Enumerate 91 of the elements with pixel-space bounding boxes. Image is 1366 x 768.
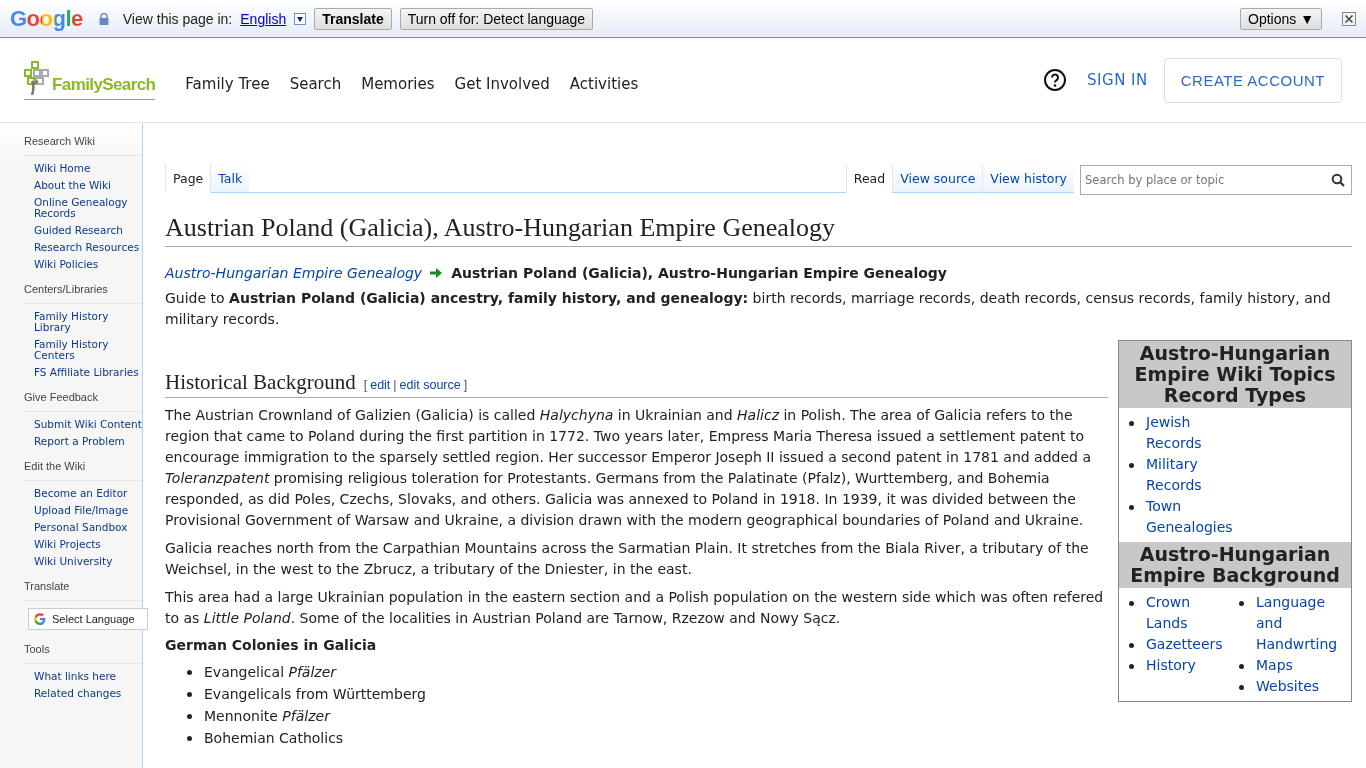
sidebar-heading: Centers/Libraries — [24, 283, 142, 304]
list-item: Evangelicals from Württemberg — [204, 685, 426, 704]
sidebar-link[interactable]: Report a Problem — [34, 436, 142, 447]
translate-label: View this page in: — [122, 10, 233, 27]
tab[interactable]: View source — [892, 164, 983, 193]
tab[interactable]: View history — [982, 164, 1074, 193]
arrow-icon — [430, 267, 444, 279]
infobox-link[interactable]: Maps — [1256, 655, 1293, 676]
nav-link[interactable]: Search — [289, 75, 342, 93]
sidebar-heading: Tools — [24, 643, 142, 664]
infobox-link[interactable]: Town Genealogies — [1146, 496, 1233, 538]
lock-icon — [98, 12, 109, 25]
tab[interactable]: Talk — [210, 164, 250, 193]
sign-in-link[interactable]: SIGN IN — [1087, 71, 1148, 89]
bullet-icon — [187, 670, 192, 675]
bullet-icon — [1239, 685, 1244, 690]
sidebar-link[interactable]: Online Genealogy Records — [34, 197, 142, 219]
breadcrumb-current: Austrian Poland (Galicia), Austro-Hungarian Empire Genealogy — [451, 265, 947, 281]
close-icon[interactable] — [1342, 11, 1356, 26]
sidebar-link[interactable]: Family History Centers — [34, 339, 142, 361]
section-heading: Historical Background — [165, 370, 356, 395]
sidebar-link[interactable]: What links here — [34, 671, 142, 682]
list-item: Bohemian Catholics — [204, 729, 344, 748]
help-icon[interactable] — [1043, 68, 1068, 92]
infobox-link[interactable]: Gazetteers — [1146, 634, 1223, 655]
bullet-icon — [1129, 463, 1134, 468]
sidebar-link[interactable]: Personal Sandbox — [34, 522, 142, 533]
infobox-link[interactable]: Jewish Records — [1146, 412, 1233, 454]
translate-button[interactable]: Translate — [314, 7, 392, 30]
paragraph: Galicia reaches north from the Carpathian Mountains across the Sarmatian Plain. It stretches from the Biala River, a tributary of the Weichsel, in the west to the Zbrucz, a tributary of the Dniester, in the east. — [165, 539, 1090, 579]
sidebar-link[interactable]: Upload File/Image — [34, 505, 142, 516]
sidebar-link[interactable]: Wiki University — [34, 556, 142, 567]
select-language-dropdown[interactable]: Select Language — [28, 608, 148, 630]
sidebar-link[interactable]: About the Wiki — [34, 180, 142, 191]
infobox-link[interactable]: Language and Handwrting — [1256, 592, 1343, 655]
nav-link[interactable]: Memories — [361, 75, 435, 93]
bullet-icon — [1239, 601, 1244, 606]
g-logo-icon — [33, 612, 47, 626]
search-icon[interactable] — [1331, 173, 1345, 187]
sidebar-link[interactable]: Guided Research — [34, 225, 142, 236]
sidebar-link[interactable]: Wiki Projects — [34, 539, 142, 550]
bullet-icon — [187, 736, 192, 741]
bullet-icon — [1129, 601, 1134, 606]
sidebar-link[interactable]: Become an Editor — [34, 488, 142, 499]
bullet-icon — [1129, 643, 1134, 648]
sidebar-heading: Edit the Wiki — [24, 460, 142, 481]
infobox-link[interactable]: Websites — [1256, 676, 1320, 697]
infobox-link[interactable]: History — [1146, 655, 1196, 676]
intro-paragraph: Guide to Austrian Poland (Galicia) ancestry, family history, and genealogy: birth records, marriage records, death records, census records, family history, and military records. — [165, 289, 1332, 329]
bullet-icon — [187, 692, 192, 697]
nav-link[interactable]: Family Tree — [185, 75, 270, 93]
infobox-link[interactable]: Military Records — [1146, 454, 1233, 496]
nav-link[interactable]: Activities — [569, 75, 639, 93]
sidebar-link[interactable]: FS Affiliate Libraries — [34, 367, 142, 378]
bullet-icon — [1129, 505, 1134, 510]
sidebar-link[interactable]: Research Resources — [34, 242, 142, 253]
sidebar-link[interactable]: Wiki Home — [34, 163, 142, 174]
infobox-link[interactable]: Crown Lands — [1146, 592, 1229, 634]
list-item: Evangelical Pfälzer — [204, 663, 337, 682]
paragraph: This area had a large Ukrainian population in the eastern section and a Polish population on the western side which was often refered to as Little Poland. Some of the localities in Austrian Poland are Tarnow, Rzezow and Nowy Sącz. — [165, 588, 1105, 628]
edit-link[interactable]: edit — [370, 378, 391, 392]
infobox-heading: Austro-Hungarian Empire Wiki Topics Record Types — [1119, 341, 1351, 408]
bracket-text: ] — [463, 378, 468, 392]
tree-icon — [24, 60, 52, 95]
language-link[interactable]: English — [240, 10, 287, 27]
bullet-icon — [1239, 664, 1244, 669]
nav-link[interactable]: Get Involved — [454, 75, 550, 93]
search-field[interactable]: Search by place or topic — [1080, 165, 1352, 195]
bracket-text: | — [393, 378, 397, 392]
sidebar-link[interactable]: Family History Library — [34, 311, 142, 333]
sidebar-heading: Translate — [24, 580, 142, 601]
list-item: Mennonite Pfälzer — [204, 707, 330, 726]
bracket-text: [ — [363, 378, 368, 392]
sidebar-heading: Research Wiki — [24, 135, 142, 156]
bullet-icon — [1129, 664, 1134, 669]
options-button[interactable]: Options ▼ — [1240, 7, 1322, 30]
edit-link[interactable]: edit source — [399, 378, 461, 392]
sidebar-heading: Give Feedback — [24, 391, 142, 412]
sidebar-link[interactable]: Related changes — [34, 688, 142, 699]
turn-off-button[interactable]: Turn off for: Detect language — [399, 7, 594, 30]
subheading: German Colonies in Galicia — [165, 637, 378, 653]
bullet-icon — [1129, 421, 1134, 426]
breadcrumb-link[interactable]: Austro-Hungarian Empire Genealogy — [165, 265, 423, 281]
bullet-icon — [187, 714, 192, 719]
page-title: Austrian Poland (Galicia), Austro-Hungarian Empire Genealogy — [165, 213, 1352, 247]
sidebar-link[interactable]: Wiki Policies — [34, 259, 142, 270]
dropdown-icon[interactable] — [294, 12, 307, 25]
infobox-heading: Austro-Hungarian Empire Background — [1119, 542, 1351, 588]
paragraph: The Austrian Crownland of Galizien (Galicia) is called Halychyna in Ukrainian and Halicz in Polish. The area of Galicia refers to the region that came to Poland during the first partition in 1772. Two years later, Empress Maria Theresa issued a settlement patent to encourage immigration to the sparsely settled region. Her successor Emperor Joseph II issued a second patent in 1781 and added a Toleranzpatent promising religious toleration for Protestants. Germans from the Palatinate (Pfalz), Wurttemberg, and Bohemia responded, as did Poles, Czechs, Slovaks, and others. Galicia was annexed to Poland in 1918. In 1939, it was divided between the Provisional Government of Warsaw and Ukraine, a division drawn with the modern geographical boundaries of Poland and Ukraine. — [165, 406, 1092, 530]
sidebar-link[interactable]: Submit Wiki Content — [34, 419, 142, 430]
create-account-button[interactable]: CREATE ACCOUNT — [1163, 57, 1342, 103]
